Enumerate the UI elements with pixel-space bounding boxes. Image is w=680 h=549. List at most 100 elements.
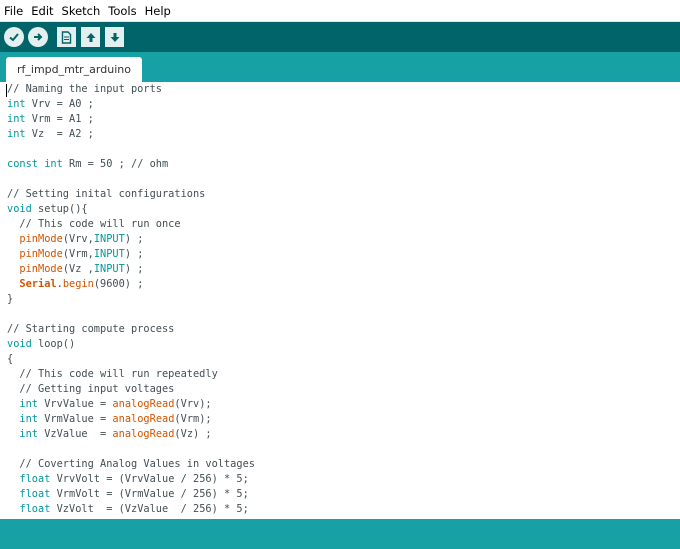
code-line: // Getting input voltages: [7, 382, 255, 397]
code-keyword: void: [7, 338, 32, 350]
code-line: int VrmValue = analogRead(Vrm);: [7, 412, 255, 427]
code-keyword: int: [19, 413, 39, 425]
code-keyword: int: [19, 428, 39, 440]
code-line: int Vz = A2 ;: [7, 127, 255, 142]
code-text-segment: Vrm = A1 ;: [25, 113, 94, 125]
code-keyword: int: [7, 128, 26, 140]
code-keyword: float: [19, 488, 51, 500]
code-comment: // Getting input voltages: [7, 383, 175, 395]
code-line: pinMode(Vrm,INPUT) ;: [7, 247, 255, 262]
code-text-segment: (Vrv);: [174, 398, 212, 410]
code-class: Serial: [19, 278, 57, 290]
menu-edit[interactable]: Edit: [27, 0, 57, 22]
save-icon: [110, 32, 119, 42]
code-text-segment: VrvVolt = (VrvValue / 256) * 5;: [50, 473, 249, 485]
code-line: // Coverting Analog Values in voltages: [7, 457, 255, 472]
toolbar: [0, 22, 680, 52]
code-line: Serial.begin(9600) ;: [7, 277, 255, 292]
code-text-segment: [7, 233, 19, 245]
code-text-segment: [7, 413, 19, 425]
code-text-segment: Vrv = A0 ;: [25, 98, 94, 110]
code-text-segment: [7, 278, 19, 290]
code-line: pinMode(Vrv,INPUT) ;: [7, 232, 255, 247]
code-text-segment: Vz = A2 ;: [25, 128, 94, 140]
code-keyword: float: [19, 473, 51, 485]
verify-icon: [9, 33, 19, 42]
code-text-segment: [7, 488, 19, 500]
code-text-segment: VrmVolt = (VrmValue / 256) * 5;: [50, 488, 249, 500]
new-icon: [61, 30, 72, 44]
code-text-segment: {: [7, 353, 14, 365]
verify-button[interactable]: [4, 27, 24, 47]
code-text-segment: [7, 428, 19, 440]
code-text-segment: loop(): [31, 338, 76, 350]
upload-icon: [34, 33, 43, 41]
new-button[interactable]: [57, 27, 76, 47]
code-text: // Naming the input ports int Vrv = A0 ; i…: [7, 82, 255, 517]
tab-sketch[interactable]: rf_impd_mtr_arduino: [6, 57, 142, 82]
code-text-segment: ) ;: [124, 233, 144, 245]
code-keyword: int: [7, 98, 26, 110]
code-line: float VzVolt = (VzValue / 256) * 5;: [7, 502, 255, 517]
code-line: // Naming the input ports: [7, 82, 255, 97]
code-line: {: [7, 352, 255, 367]
code-text-segment: ) ;: [124, 263, 144, 275]
code-function: pinMode: [19, 233, 63, 245]
menu-bar: File Edit Sketch Tools Help: [0, 0, 680, 22]
code-line: const int Rm = 50 ; // ohm: [7, 157, 255, 172]
code-keyword: void: [7, 203, 32, 215]
code-line: // Setting inital configurations: [7, 187, 255, 202]
code-line: void setup(){: [7, 202, 255, 217]
code-text-segment: setup(){: [31, 203, 88, 215]
code-comment: // Setting inital configurations: [7, 188, 206, 200]
menu-tools[interactable]: Tools: [104, 0, 140, 22]
code-text-segment: (Vrv,: [62, 233, 94, 245]
open-icon: [86, 32, 95, 42]
save-button[interactable]: [105, 27, 124, 47]
code-line: int Vrv = A0 ;: [7, 97, 255, 112]
code-comment: // This code will run repeatedly: [7, 368, 218, 380]
code-text-segment: [7, 263, 19, 275]
code-comment: // Naming the input ports: [7, 83, 162, 95]
code-text-segment: (Vz) ;: [174, 428, 212, 440]
code-text-segment: VzVolt = (VzValue / 256) * 5;: [50, 503, 249, 515]
code-text-segment: VrvValue =: [38, 398, 113, 410]
code-comment: // Coverting Analog Values in voltages: [7, 458, 255, 470]
code-line: float VrvVolt = (VrvValue / 256) * 5;: [7, 472, 255, 487]
code-function: pinMode: [19, 263, 63, 275]
code-function: begin: [62, 278, 94, 290]
code-text-segment: [7, 503, 19, 515]
code-line: int VrvValue = analogRead(Vrv);: [7, 397, 255, 412]
upload-button[interactable]: [28, 27, 48, 47]
menu-help[interactable]: Help: [141, 0, 175, 22]
code-line: int Vrm = A1 ;: [7, 112, 255, 127]
code-keyword: float: [19, 503, 51, 515]
code-text-segment: (Vz ,: [62, 263, 94, 275]
code-line: // Starting compute process: [7, 322, 255, 337]
code-line: // This code will run once: [7, 217, 255, 232]
code-keyword: int: [44, 158, 63, 170]
code-line: // This code will run repeatedly: [7, 367, 255, 382]
code-text-segment: ) ;: [124, 248, 144, 260]
code-line: void loop(): [7, 337, 255, 352]
code-text-segment: VzValue =: [38, 428, 113, 440]
code-line: int VzValue = analogRead(Vz) ;: [7, 427, 255, 442]
code-text-segment: (Vrm,: [62, 248, 94, 260]
code-editor[interactable]: // Naming the input ports int Vrv = A0 ; i…: [0, 82, 680, 519]
code-text-segment: (Vrm);: [174, 413, 212, 425]
open-button[interactable]: [81, 27, 100, 47]
code-text-segment: [7, 473, 19, 485]
tab-bar: rf_impd_mtr_arduino: [0, 52, 680, 82]
code-line: pinMode(Vz ,INPUT) ;: [7, 262, 255, 277]
code-text-segment: }: [7, 293, 14, 305]
code-text-segment: [7, 398, 19, 410]
menu-file[interactable]: File: [0, 0, 27, 22]
code-text-segment: (9600) ;: [93, 278, 144, 290]
code-keyword: int: [7, 113, 26, 125]
code-function: analogRead: [112, 428, 175, 440]
code-keyword: const: [7, 158, 38, 170]
menu-sketch[interactable]: Sketch: [58, 0, 105, 22]
status-bar: [0, 519, 680, 549]
